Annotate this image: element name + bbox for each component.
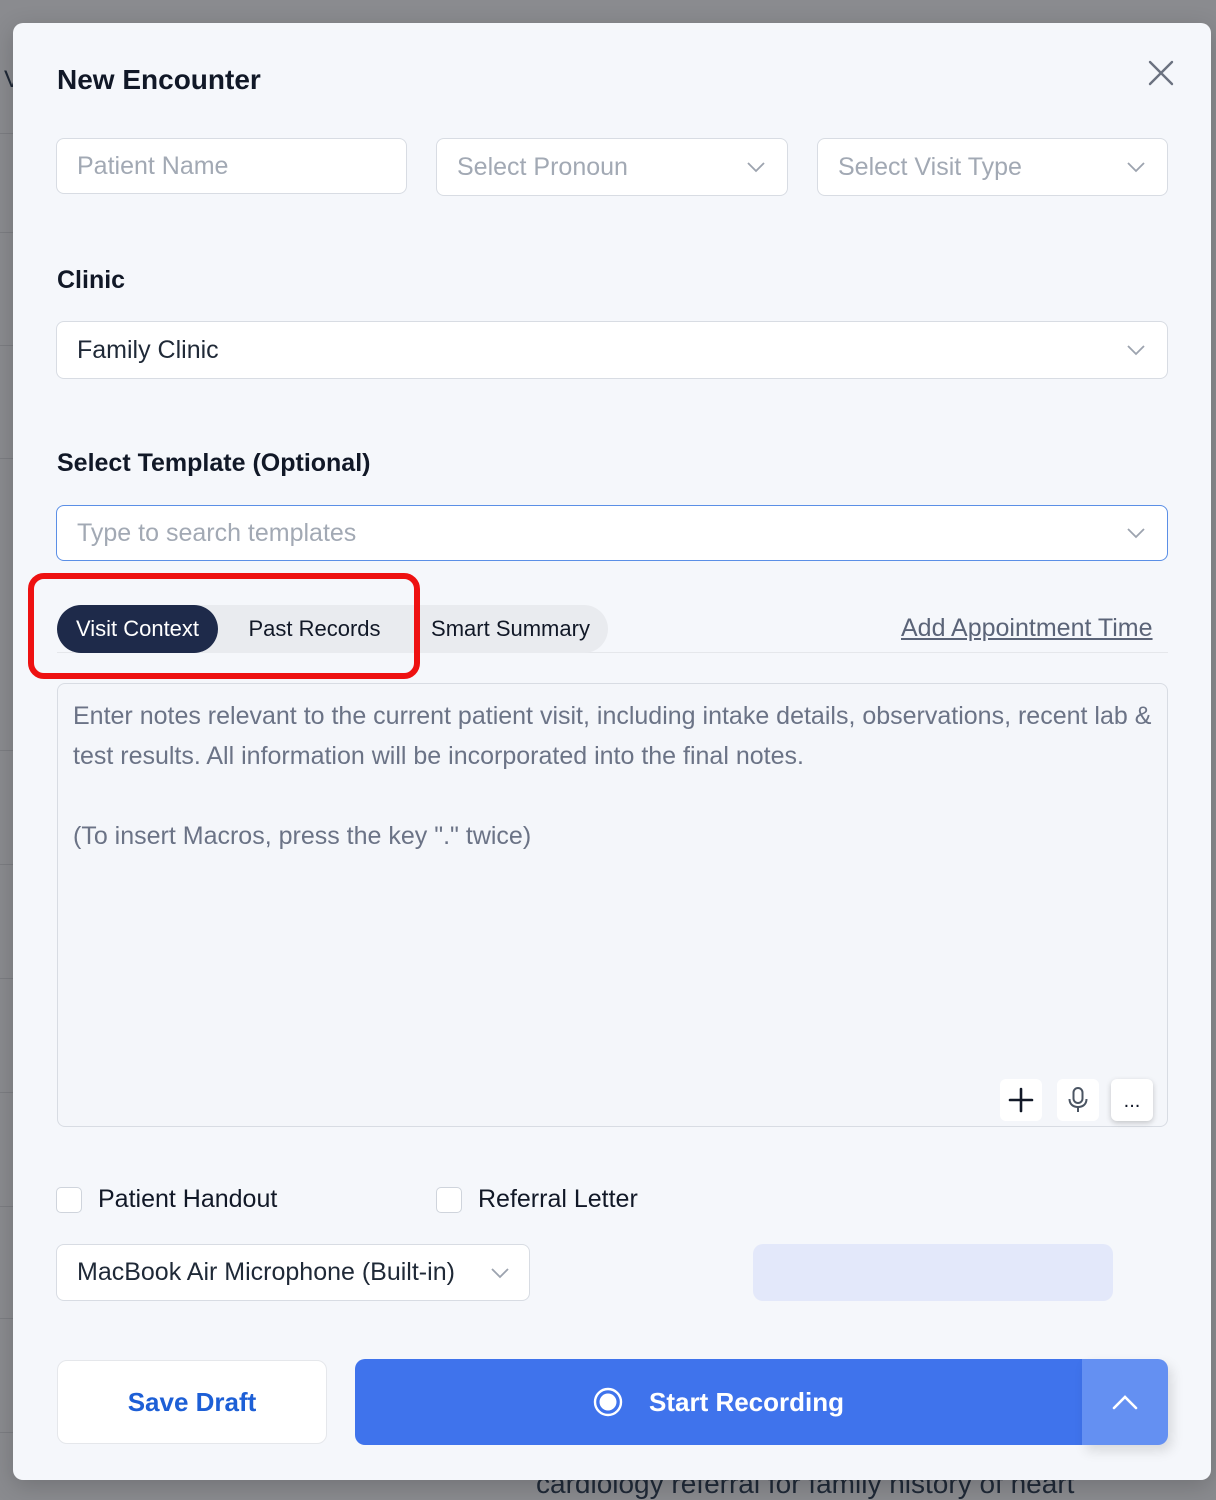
background-row-divider [0,1318,13,1319]
visit-type-select-placeholder: Select Visit Type [838,152,1022,181]
patient-handout-label: Patient Handout [98,1185,278,1213]
background-row-divider [0,458,13,459]
more-options-button[interactable]: ... [1111,1079,1153,1121]
referral-letter-label: Referral Letter [478,1185,638,1213]
visit-context-notes-textarea[interactable]: Enter notes relevant to the current pati… [57,683,1168,1127]
microphone-select-value: MacBook Air Microphone (Built-in) [77,1258,455,1286]
clinic-select-value: Family Clinic [77,335,219,364]
chevron-up-icon [1112,1395,1138,1410]
tab-smart-summary[interactable]: Smart Summary [418,605,603,653]
patient-name-input[interactable] [77,151,406,181]
new-encounter-modal: New Encounter Select Pronoun Select Visi… [13,23,1211,1480]
start-recording-label: Start Recording [648,1386,845,1417]
background-row-divider [0,978,13,979]
audio-level-indicator [753,1244,1113,1301]
modal-title: New Encounter [57,64,261,95]
chevron-down-icon [491,1267,509,1278]
chevron-down-icon [1127,345,1145,356]
patient-handout-option[interactable]: Patient Handout [56,1185,277,1214]
background-row-divider [0,133,13,134]
background-row-divider [0,232,13,233]
chevron-down-icon [1127,528,1145,539]
dictate-button[interactable] [1057,1079,1099,1121]
background-row-divider [0,750,13,751]
background-row-divider [0,864,13,865]
add-appointment-time-link[interactable]: Add Appointment Time [901,614,1153,643]
add-button[interactable] [1000,1079,1042,1121]
tab-past-records[interactable]: Past Records [227,605,402,653]
recording-options-expand-button[interactable] [1082,1359,1168,1445]
background-row-divider [0,345,13,346]
pronoun-select-placeholder: Select Pronoun [457,152,628,181]
notes-placeholder-macros-hint: (To insert Macros, press the key "." twi… [73,822,532,850]
close-icon[interactable] [1147,59,1175,87]
template-label: Select Template (Optional) [57,449,371,477]
template-search-field[interactable] [56,505,1168,561]
patient-handout-checkbox[interactable] [56,1186,82,1213]
more-icon: ... [1123,1089,1141,1112]
referral-letter-checkbox[interactable] [436,1186,462,1213]
clinic-select[interactable]: Family Clinic [56,321,1168,379]
referral-letter-option[interactable]: Referral Letter [436,1185,638,1214]
notes-placeholder: Enter notes relevant to the current pati… [73,696,1153,856]
save-draft-button[interactable]: Save Draft [57,1360,327,1444]
background-row-divider [0,1206,13,1207]
tab-visit-context[interactable]: Visit Context [57,605,218,653]
record-icon [593,1387,623,1417]
visit-type-select[interactable]: Select Visit Type [817,138,1168,196]
notes-placeholder-instructions: Enter notes relevant to the current pati… [73,702,1152,770]
patient-name-field[interactable] [56,138,407,194]
microphone-icon [1068,1087,1088,1112]
clinic-label: Clinic [57,266,126,294]
plus-icon [1008,1087,1034,1113]
chevron-down-icon [747,162,765,173]
start-recording-button[interactable]: Start Recording [355,1359,1082,1445]
chevron-down-icon [1127,162,1145,173]
template-search-input[interactable] [77,518,1167,548]
pronoun-select[interactable]: Select Pronoun [436,138,788,196]
background-row-divider [0,1432,13,1433]
background-row-divider [0,1092,13,1093]
microphone-select[interactable]: MacBook Air Microphone (Built-in) [56,1244,530,1301]
